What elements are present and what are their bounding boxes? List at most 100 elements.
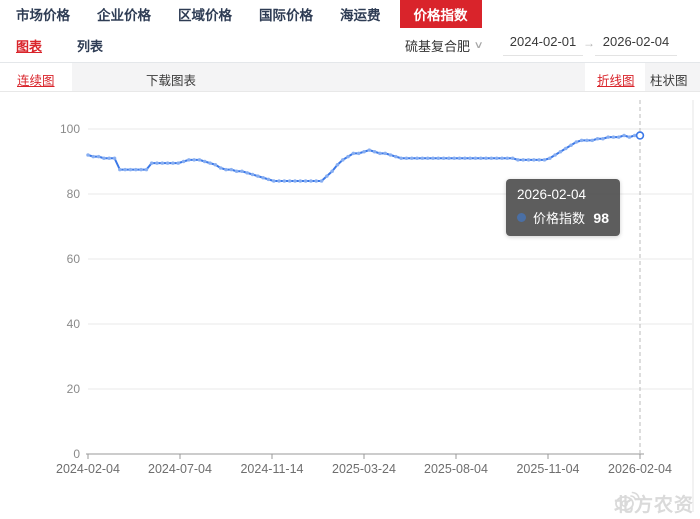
- data-point: [627, 135, 632, 139]
- data-point: [213, 162, 218, 167]
- chevron-down-icon: ∨: [473, 40, 484, 51]
- x-axis-label: 2026-02-04: [608, 462, 672, 476]
- x-axis-label: 2024-11-14: [240, 462, 303, 476]
- data-point: [399, 156, 403, 161]
- data-point: [585, 138, 589, 143]
- data-point: [473, 156, 478, 161]
- data-point: [601, 136, 605, 141]
- data-point: [356, 151, 361, 156]
- data-point: [340, 158, 345, 162]
- bar-chart-button[interactable]: 柱状图: [650, 70, 688, 89]
- tab-chart[interactable]: 图表: [16, 36, 42, 55]
- data-point: [96, 154, 101, 159]
- data-point: [425, 156, 430, 161]
- y-axis-label: 40: [67, 317, 81, 331]
- data-point: [362, 149, 366, 154]
- data-point: [569, 143, 573, 148]
- date-range-arrow-icon: →: [583, 36, 595, 50]
- data-point: [202, 159, 207, 164]
- data-point: [346, 154, 350, 159]
- data-point: [118, 167, 122, 172]
- data-point: [287, 179, 292, 183]
- data-point: [245, 171, 250, 175]
- data-point: [335, 162, 340, 167]
- data-point: [394, 154, 398, 159]
- data-point: [197, 158, 202, 162]
- x-axis-label: 2024-07-04: [148, 462, 212, 476]
- data-point: [463, 156, 467, 161]
- data-point: [325, 174, 329, 178]
- data-point: [351, 151, 356, 156]
- data-point: [558, 149, 563, 154]
- x-axis-label: 2025-03-24: [332, 462, 396, 476]
- nav-intl-price[interactable]: 国际价格: [259, 0, 313, 28]
- data-point: [611, 135, 616, 139]
- highlighted-data-point: [635, 131, 645, 140]
- data-point: [478, 156, 483, 161]
- x-axis-label: 2025-11-04: [516, 462, 579, 476]
- data-point: [521, 158, 526, 162]
- data-point: [133, 167, 138, 172]
- data-point: [282, 179, 287, 183]
- data-point: [409, 156, 414, 161]
- download-chart-button[interactable]: 下载图表: [146, 70, 196, 89]
- data-point: [420, 156, 425, 161]
- data-point: [187, 158, 191, 162]
- data-point: [298, 179, 303, 183]
- data-point: [176, 161, 181, 165]
- y-axis-label: 0: [73, 447, 80, 461]
- data-point: [516, 158, 520, 162]
- data-point: [319, 179, 324, 183]
- data-point: [224, 167, 228, 172]
- nav-price-index[interactable]: 价格指数: [399, 0, 482, 28]
- chart-canvas[interactable]: 0 20 40 60 80 100 2024-02-04 2024-07-04 2024-11-…: [0, 92, 700, 519]
- data-point: [277, 179, 281, 183]
- nav-region-price[interactable]: 区域价格: [178, 0, 232, 28]
- y-axis-label: 100: [60, 122, 80, 136]
- data-point: [388, 153, 393, 157]
- data-point: [500, 156, 504, 161]
- price-index-line: [87, 134, 641, 182]
- line-chart-button[interactable]: 折线图: [597, 70, 635, 89]
- data-point: [330, 169, 334, 174]
- data-point: [447, 156, 451, 161]
- data-point: [367, 148, 372, 152]
- nav-market-price[interactable]: 市场价格: [16, 0, 70, 28]
- data-point: [537, 158, 541, 162]
- data-point: [452, 156, 457, 161]
- data-point: [457, 156, 462, 161]
- weibo-icon: [615, 491, 640, 511]
- continuous-chart-button[interactable]: 连续图: [17, 70, 55, 89]
- data-point: [579, 138, 584, 143]
- chart-toolbar: 连续图 下载图表 折线图 柱状图: [0, 62, 700, 92]
- data-point: [208, 161, 212, 165]
- price-index-line-chart[interactable]: 0 20 40 60 80 100 2024-02-04 2024-07-04 2024-11-…: [0, 92, 700, 519]
- data-point: [181, 159, 186, 164]
- data-point: [563, 146, 568, 151]
- date-start-input[interactable]: 2024-02-01: [503, 30, 583, 56]
- data-point: [160, 161, 165, 165]
- nav-company-price[interactable]: 企业价格: [97, 0, 151, 28]
- x-axis-label: 2025-08-04: [424, 462, 488, 476]
- data-point: [606, 135, 610, 139]
- main-nav: 市场价格 企业价格 区域价格 国际价格 海运费 价格指数: [0, 0, 700, 28]
- data-point: [144, 167, 149, 172]
- data-point: [234, 169, 239, 174]
- data-point: [622, 133, 626, 138]
- data-point: [229, 167, 234, 172]
- data-point: [468, 156, 472, 161]
- data-point: [240, 169, 244, 174]
- page: 市场价格 企业价格 区域价格 国际价格 海运费 价格指数 图表 列表 硫基复合肥…: [0, 0, 700, 519]
- tab-list[interactable]: 列表: [77, 36, 103, 55]
- data-point: [574, 140, 579, 144]
- data-point: [404, 156, 409, 161]
- data-point: [553, 153, 557, 157]
- data-point: [102, 156, 106, 161]
- date-end-input[interactable]: 2026-02-04: [595, 30, 677, 56]
- data-point: [542, 158, 547, 162]
- nav-freight[interactable]: 海运费: [340, 0, 381, 28]
- product-select[interactable]: 硫基复合肥 ∨: [405, 36, 484, 55]
- data-point: [505, 156, 510, 161]
- y-axis-label: 20: [67, 382, 81, 396]
- data-point: [378, 151, 382, 156]
